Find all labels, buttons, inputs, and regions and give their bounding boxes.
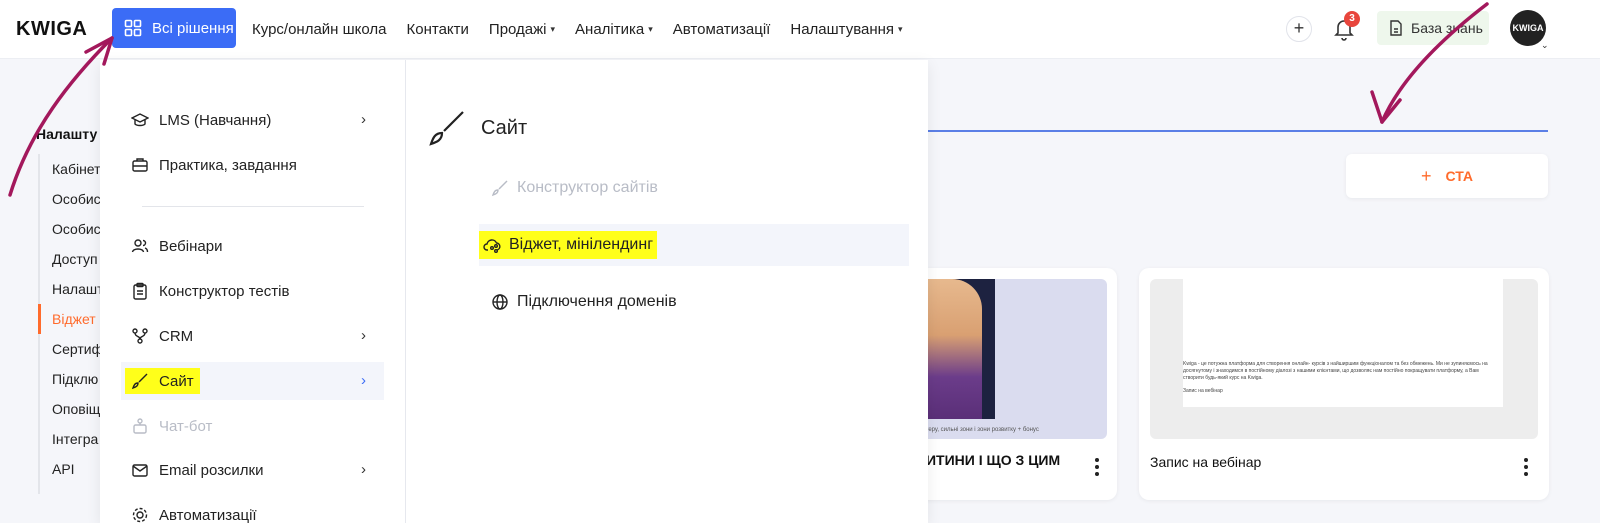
- settings-item-notifications[interactable]: Оповіщ: [40, 394, 104, 424]
- card-title: ДИТИНИ І ЩО З ЦИМ: [916, 452, 1061, 468]
- menu-item-chatbot: Чат-бот: [121, 407, 384, 445]
- menu-item-practice[interactable]: Практика, завдання: [121, 146, 384, 184]
- all-solutions-dropdown: LMS (Навчання) › Практика, завдання Вебі…: [100, 60, 928, 523]
- card-title: Запис на вебінар: [1150, 454, 1262, 470]
- notifications-badge: 3: [1344, 11, 1360, 27]
- caret-down-icon: ▾: [648, 24, 653, 34]
- kwiga-logo[interactable]: KWIGA: [16, 18, 87, 41]
- briefcase-icon: [131, 156, 149, 174]
- chevron-right-icon: ›: [361, 372, 366, 389]
- settings-item-certificates[interactable]: Сертиф: [40, 334, 104, 364]
- tab-underline: [928, 130, 1548, 132]
- brush-icon: [131, 372, 149, 390]
- chevron-right-icon: ›: [361, 461, 366, 478]
- nav-contacts[interactable]: Контакти: [407, 21, 469, 38]
- settings-item-api[interactable]: API: [40, 454, 104, 484]
- cloud-share-icon: [483, 236, 501, 254]
- settings-item-personal-1[interactable]: Особис: [40, 184, 104, 214]
- add-button[interactable]: +: [1286, 16, 1312, 42]
- gear-icon: [131, 506, 149, 523]
- column-divider: [405, 60, 406, 523]
- settings-sidebar: Кабінет Особис Особис Доступ Налашт Відж…: [38, 154, 104, 494]
- highlight-marker: Віджет, мінілендинг: [479, 231, 658, 259]
- widget-card[interactable]: Kwiga - це потужна платформа для створен…: [1139, 268, 1549, 500]
- nav-course-school[interactable]: Курс/онлайн школа: [252, 21, 387, 38]
- section-title-site: Сайт: [427, 108, 527, 148]
- mail-icon: [131, 461, 149, 479]
- all-solutions-button[interactable]: Всі рішення: [112, 8, 236, 48]
- graduation-cap-icon: [131, 111, 149, 129]
- nav-analytics[interactable]: Аналітика ▾: [575, 21, 653, 38]
- globe-icon: [491, 293, 509, 311]
- chevron-down-icon[interactable]: ⌄: [1541, 40, 1549, 51]
- knowledge-base-button[interactable]: База знань: [1377, 11, 1489, 45]
- settings-item-personal-2[interactable]: Особис: [40, 214, 104, 244]
- nav-sales[interactable]: Продажі ▾: [489, 21, 555, 38]
- menu-item-site[interactable]: Сайт ›: [121, 362, 384, 400]
- nav-automations[interactable]: Автоматизації: [673, 21, 771, 38]
- clipboard-icon: [131, 282, 149, 300]
- settings-heading: Налашту: [36, 126, 98, 142]
- menu-item-crm[interactable]: CRM ›: [121, 317, 384, 355]
- all-solutions-label: Всі рішення: [152, 19, 234, 37]
- settings-item-integrations[interactable]: Інтегра: [40, 424, 104, 454]
- highlight-marker: Сайт: [125, 368, 200, 394]
- top-navigation-bar: KWIGA Всі рішення Курс/онлайн школа Конт…: [0, 0, 1600, 59]
- settings-item-connections[interactable]: Підклю: [40, 364, 104, 394]
- landing-preview: Kwiga - це потужна платформа для створен…: [1183, 279, 1503, 407]
- brush-icon: [427, 108, 467, 148]
- caret-down-icon: ▾: [550, 24, 556, 34]
- caret-down-icon: ▾: [898, 24, 903, 34]
- card-thumbnail: Kwiga - це потужна платформа для створен…: [1150, 279, 1538, 439]
- bot-icon: [131, 417, 149, 435]
- chevron-right-icon: ›: [361, 327, 366, 344]
- chevron-right-icon: ›: [361, 111, 366, 128]
- add-cta-button[interactable]: + СТА: [1346, 154, 1548, 198]
- settings-item-widgets[interactable]: Віджет: [38, 304, 104, 334]
- brush-icon: [491, 179, 509, 197]
- grid-icon: [124, 19, 142, 37]
- more-options-icon[interactable]: [1523, 458, 1529, 479]
- thumbnail-caption: характеру, сильні зони і зони розвитку +…: [910, 427, 1039, 433]
- menu-item-lms[interactable]: LMS (Навчання) ›: [121, 101, 384, 139]
- menu-item-test-builder[interactable]: Конструктор тестів: [121, 272, 384, 310]
- settings-item-cabinet[interactable]: Кабінет: [40, 154, 104, 184]
- plus-icon: +: [1420, 165, 1432, 186]
- sub-item-widget-minilanding[interactable]: Віджет, мінілендинг: [479, 224, 909, 266]
- branch-icon: [131, 327, 149, 345]
- document-icon: [1389, 20, 1403, 36]
- menu-item-email[interactable]: Email розсилки ›: [121, 451, 384, 489]
- main-nav: Курс/онлайн школа Контакти Продажі ▾ Анал…: [252, 0, 923, 59]
- menu-item-automations[interactable]: Автоматизації: [121, 496, 384, 523]
- sub-item-domains[interactable]: Підключення доменів: [479, 281, 909, 323]
- more-options-icon[interactable]: [1094, 458, 1100, 479]
- menu-divider: [142, 206, 364, 207]
- menu-item-webinars[interactable]: Вебінари: [121, 227, 384, 265]
- card-thumbnail: характеру, сильні зони і зони розвитку +…: [910, 279, 1107, 439]
- nav-settings[interactable]: Налаштування ▾: [790, 21, 902, 38]
- settings-item-access[interactable]: Доступ: [40, 244, 104, 274]
- widget-card[interactable]: характеру, сильні зони і зони розвитку +…: [910, 268, 1117, 500]
- users-icon: [131, 237, 149, 255]
- sub-item-site-builder: Конструктор сайтів: [479, 167, 909, 209]
- settings-item-settings[interactable]: Налашт: [40, 274, 104, 304]
